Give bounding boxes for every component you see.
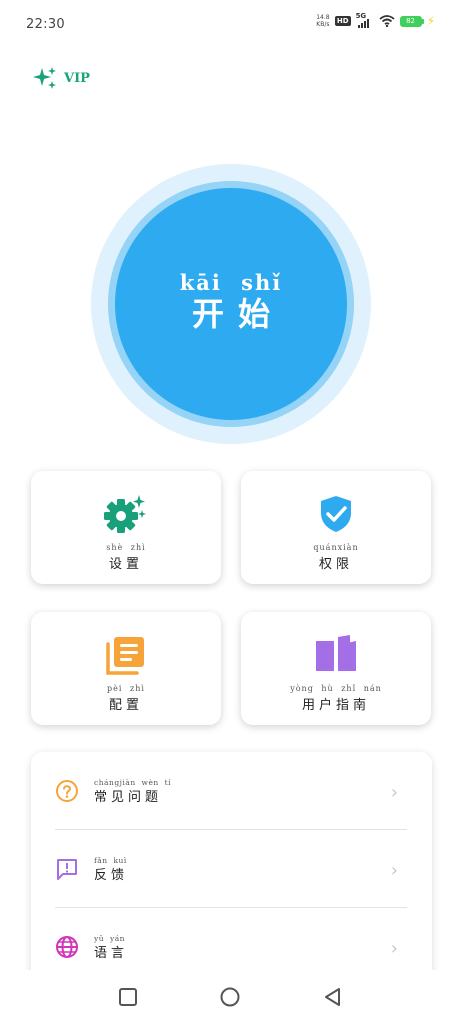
config-card[interactable]: pèi zhì 配置	[31, 612, 221, 725]
shield-check-icon	[318, 493, 354, 535]
card-pinyin: shè zhì	[106, 543, 146, 552]
sparkle-icon	[33, 67, 56, 89]
list-item-label: 语言	[94, 946, 129, 961]
cellular-signal-icon: 5G	[356, 12, 374, 28]
network-speed: 14.8 KB/s	[316, 14, 330, 28]
home-button[interactable]	[219, 986, 241, 1008]
card-label: 权限	[318, 557, 353, 572]
hd-badge: HD	[334, 16, 351, 26]
list-item-label: 常见问题	[94, 790, 163, 805]
permissions-card[interactable]: quánxiàn 权限	[241, 471, 431, 584]
menu-list: chángjiàn wèn tí 常见问题 › fǎn kuì 反馈 › yǔ …	[31, 752, 432, 992]
chevron-right-icon: ›	[390, 782, 398, 803]
list-item-feedback[interactable]: fǎn kuì 反馈 ›	[31, 830, 432, 908]
status-time: 22:30	[26, 17, 65, 32]
vip-button[interactable]: VIP	[32, 66, 90, 90]
charging-icon: ⚡	[426, 14, 435, 28]
start-button[interactable]: kāi shǐ 开始	[115, 188, 347, 420]
question-circle-icon	[56, 780, 78, 802]
feedback-message-icon	[57, 859, 77, 880]
chevron-right-icon: ›	[390, 938, 398, 959]
list-item-label: 反馈	[94, 868, 129, 883]
wifi-icon	[378, 15, 395, 27]
start-label: 开始	[191, 294, 284, 333]
status-icons: 14.8 KB/s HD 5G 82 ⚡	[316, 12, 435, 28]
card-pinyin: pèi zhì	[107, 684, 145, 693]
list-item-faq[interactable]: chángjiàn wèn tí 常见问题 ›	[31, 752, 432, 830]
recents-button[interactable]	[117, 986, 139, 1008]
card-pinyin: yòng hù zhǐ nán	[290, 684, 382, 693]
user-guide-card[interactable]: yòng hù zhǐ nán 用户指南	[241, 612, 431, 725]
document-stack-icon	[105, 634, 147, 676]
card-label: 用户指南	[301, 698, 370, 713]
battery-icon: 82	[399, 15, 424, 27]
card-label: 配置	[108, 698, 143, 713]
card-label: 设置	[108, 557, 143, 572]
card-pinyin: quánxiàn	[313, 543, 359, 552]
start-pinyin: kāi shǐ	[179, 269, 283, 295]
back-button[interactable]	[322, 986, 344, 1008]
chevron-right-icon: ›	[390, 860, 398, 881]
settings-card[interactable]: shè zhì 设置	[31, 471, 221, 584]
open-book-icon	[314, 634, 358, 676]
vip-label: VIP	[64, 70, 90, 86]
gear-sparkle-icon	[104, 493, 148, 535]
globe-icon	[56, 936, 78, 958]
navigation-bar	[0, 970, 461, 1024]
status-bar: 22:30 14.8 KB/s HD 5G 82 ⚡	[0, 0, 461, 50]
